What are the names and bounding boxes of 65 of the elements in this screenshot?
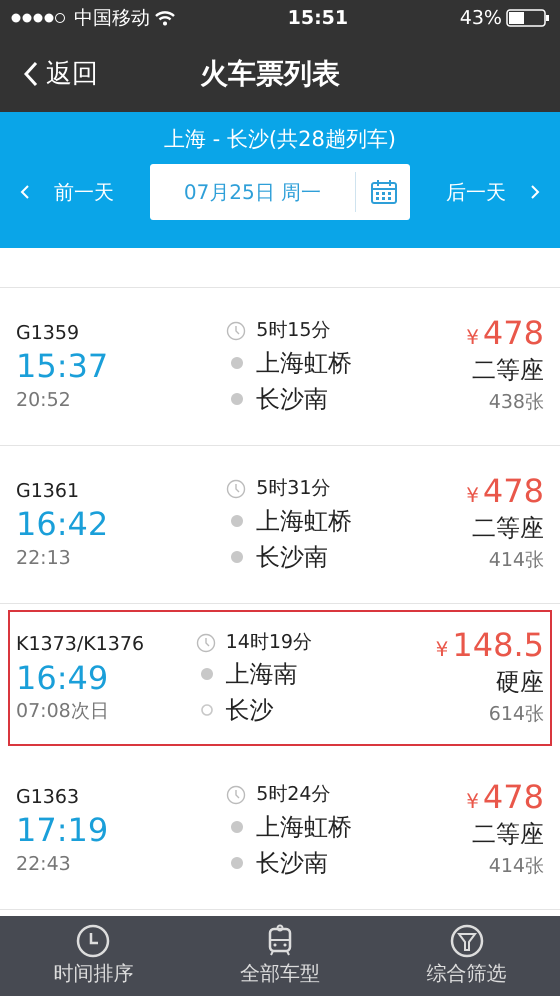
currency-symbol: ¥	[466, 482, 479, 510]
page-title: 火车票列表	[200, 56, 340, 92]
currency-symbol: ¥	[466, 324, 479, 352]
arrival-station: 长沙南	[256, 542, 328, 573]
battery-percent: 43%	[460, 6, 502, 31]
clock-time: 15:51	[286, 6, 350, 31]
arrival-station: 长沙南	[256, 848, 328, 879]
departure-station: 上海虹桥	[256, 348, 352, 379]
tickets-left: 438张	[488, 390, 544, 416]
tab-bar-item[interactable]: 全部车型	[240, 924, 320, 988]
wifi-icon	[154, 10, 176, 26]
seat-class: 二等座	[471, 513, 544, 544]
train-row[interactable]: K1373/K1376 16:49 07:08次日 14时19分 上海南 长沙 ¥148.5 硬座 614张	[8, 610, 552, 746]
chevron-right-icon	[530, 184, 540, 200]
departure-station: 上海虹桥	[256, 812, 352, 843]
arrival-station: 长沙	[226, 695, 274, 726]
clock-icon	[226, 785, 246, 806]
seat-class: 二等座	[471, 819, 544, 850]
tickets-left: 414张	[488, 548, 544, 574]
train-row[interactable]: G1361 16:42 22:13 5时31分 上海虹桥 长沙南 ¥478 二等座 414张	[0, 446, 560, 604]
ticket-price: 478	[482, 780, 544, 816]
train-row[interactable]: G1363 17:19 22:43 5时24分 上海虹桥 长沙南 ¥478 二等座 414张	[0, 752, 560, 910]
departure-time: 17:19	[16, 811, 110, 850]
ticket-price: 478	[482, 474, 544, 510]
train-number: G1359	[16, 320, 80, 346]
back-button[interactable]: 返回	[0, 48, 110, 100]
tab-bar-item[interactable]: 时间排序	[53, 924, 134, 988]
departure-station: 上海虹桥	[256, 506, 352, 537]
trip-duration: 5时31分	[256, 476, 330, 502]
train-number: G1363	[16, 784, 80, 810]
route-summary: 上海 - 长沙(共28趟列车)	[164, 127, 396, 151]
clock-icon	[226, 321, 246, 342]
departure-time: 16:42	[16, 505, 110, 544]
currency-symbol: ¥	[466, 788, 479, 816]
seat-class: 二等座	[471, 355, 544, 386]
train-number: G1361	[16, 478, 80, 504]
clock-icon	[196, 632, 216, 653]
calendar-icon	[370, 179, 398, 205]
chevron-left-icon	[20, 184, 30, 200]
clock-icon	[76, 924, 110, 958]
arrival-time: 07:08次日	[16, 699, 110, 724]
trip-duration: 5时24分	[256, 782, 330, 808]
filter-icon	[450, 924, 484, 958]
departure-time: 16:49	[16, 658, 110, 698]
tab-bar-item[interactable]: 综合筛选	[426, 924, 507, 988]
arrival-time: 20:52	[16, 388, 72, 413]
trip-duration: 14时19分	[226, 630, 312, 655]
ticket-price: 478	[482, 316, 544, 352]
arrival-time: 22:13	[16, 546, 72, 571]
departure-station: 上海南	[226, 659, 298, 690]
arrival-time: 22:43	[16, 852, 72, 877]
arrival-station: 长沙南	[256, 384, 328, 415]
currency-symbol: ¥	[436, 636, 448, 663]
departure-time: 15:37	[16, 347, 110, 386]
back-chevron-icon	[24, 61, 38, 87]
trip-duration: 5时15分	[256, 318, 330, 344]
clock-icon	[226, 479, 246, 500]
train-number: K1373/K1376	[16, 632, 146, 658]
tickets-left: 414张	[488, 854, 544, 880]
tickets-left: 614张	[488, 702, 544, 727]
carrier-name: 中国移动	[74, 6, 150, 31]
train-row[interactable]: G1359 15:37 20:52 5时15分 上海虹桥 长沙南 ¥478 二等座 438张	[0, 288, 560, 446]
ticket-price: 148.5	[452, 628, 544, 663]
seat-class: 硬座	[495, 666, 544, 698]
battery-icon	[506, 9, 550, 27]
